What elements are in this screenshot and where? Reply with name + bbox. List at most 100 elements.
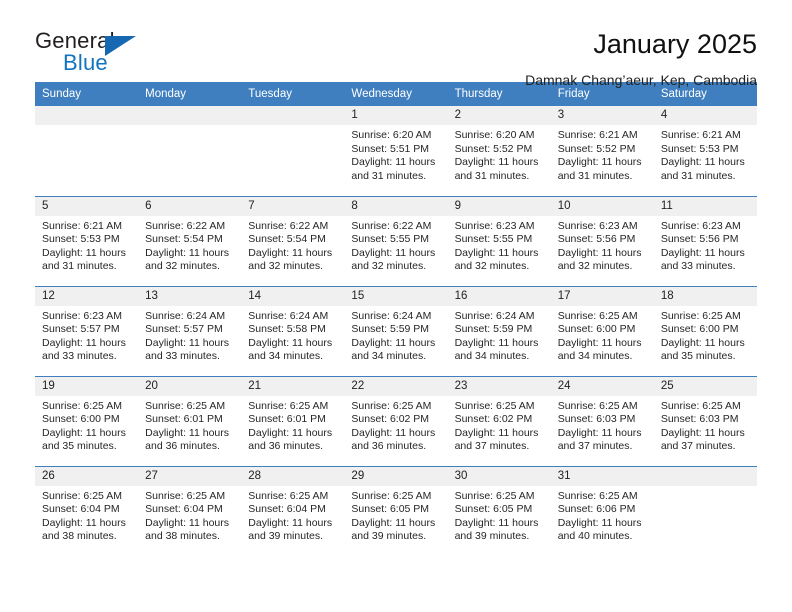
calendar-day-cell[interactable]: 2 Sunrise: 6:20 AM Sunset: 5:52 PM Daylight… [447, 106, 551, 196]
day-number [241, 106, 345, 125]
day-sun-info: Sunrise: 6:24 AM Sunset: 5:59 PM Daylight:… [448, 306, 551, 364]
calendar-day-cell[interactable]: 14 Sunrise: 6:24 AM Sunset: 5:58 PM Dayligh… [241, 285, 345, 376]
day-number: 31 [550, 466, 654, 486]
calendar-day-cell[interactable]: 21 Sunrise: 6:25 AM Sunset: 6:01 PM Dayligh… [241, 375, 345, 466]
day-daylight-line1-text: Daylight: 11 hours [351, 336, 436, 349]
calendar-day-cell[interactable]: 6 Sunrise: 6:22 AM Sunset: 5:54 PM Daylight… [138, 195, 242, 286]
day-sun-info: Sunrise: 6:25 AM Sunset: 6:01 PM Daylight:… [138, 396, 241, 454]
day-sun-info: Sunrise: 6:25 AM Sunset: 6:02 PM Daylight:… [344, 396, 447, 454]
calendar-week-row: 1 Sunrise: 6:20 AM Sunset: 5:51 PM Daylight… [35, 106, 757, 196]
day-number: 1 [344, 106, 448, 125]
day-number: 12 [35, 286, 139, 306]
day-sunrise-text: Sunrise: 6:25 AM [42, 399, 122, 412]
day-sunset-text: Sunset: 5:52 PM [454, 142, 533, 155]
calendar-day-cell[interactable]: 1 Sunrise: 6:20 AM Sunset: 5:51 PM Daylight… [344, 106, 448, 196]
day-number: 29 [344, 466, 448, 486]
day-sun-info: Sunrise: 6:25 AM Sunset: 6:01 PM Daylight:… [241, 396, 344, 454]
day-daylight-line2-text: and 38 minutes. [145, 530, 220, 543]
brand-logo[interactable]: General Blue [35, 28, 195, 80]
day-daylight-line1-text: Daylight: 11 hours [145, 336, 229, 349]
calendar-day-cell[interactable]: 20 Sunrise: 6:25 AM Sunset: 6:01 PM Dayligh… [138, 375, 242, 466]
weekday-header-monday: Monday [138, 82, 242, 106]
day-sunset-text: Sunset: 5:57 PM [145, 323, 223, 336]
day-sunrise-text: Sunrise: 6:25 AM [351, 489, 432, 502]
day-sunrise-text: Sunrise: 6:21 AM [557, 129, 638, 141]
day-daylight-line2-text: and 31 minutes. [454, 169, 530, 182]
calendar-day-cell-empty [653, 465, 757, 556]
day-daylight-line2-text: and 31 minutes. [42, 260, 117, 273]
day-number: 26 [35, 466, 139, 486]
calendar-day-cell[interactable]: 19 Sunrise: 6:25 AM Sunset: 6:00 PM Dayligh… [35, 375, 139, 466]
day-daylight-line2-text: and 36 minutes. [145, 440, 220, 453]
day-sunset-text: Sunset: 6:04 PM [248, 503, 326, 516]
day-sunrise-text: Sunrise: 6:23 AM [660, 219, 741, 232]
day-sunrise-text: Sunrise: 6:25 AM [557, 489, 638, 502]
day-sunrise-text: Sunrise: 6:21 AM [42, 219, 122, 232]
calendar-day-cell[interactable]: 28 Sunrise: 6:25 AM Sunset: 6:04 PM Dayligh… [241, 465, 345, 556]
day-daylight-line2-text: and 31 minutes. [660, 169, 736, 182]
day-sun-info: Sunrise: 6:22 AM Sunset: 5:55 PM Daylight:… [344, 216, 447, 274]
calendar-day-cell[interactable]: 24 Sunrise: 6:25 AM Sunset: 6:03 PM Dayligh… [550, 375, 654, 466]
calendar-day-cell[interactable]: 22 Sunrise: 6:25 AM Sunset: 6:02 PM Dayligh… [344, 375, 448, 466]
day-sunset-text: Sunset: 6:00 PM [42, 413, 120, 426]
day-sun-info: Sunrise: 6:23 AM Sunset: 5:56 PM Daylight:… [654, 216, 757, 274]
blue-triangle-icon [105, 36, 136, 56]
calendar-day-cell[interactable]: 13 Sunrise: 6:24 AM Sunset: 5:57 PM Dayligh… [138, 285, 242, 376]
day-daylight-line1-text: Daylight: 11 hours [557, 246, 642, 259]
calendar-day-cell[interactable]: 12 Sunrise: 6:23 AM Sunset: 5:57 PM Dayligh… [35, 285, 139, 376]
day-number: 30 [447, 466, 551, 486]
day-sunset-text: Sunset: 5:52 PM [557, 142, 636, 155]
calendar-day-cell[interactable]: 9 Sunrise: 6:23 AM Sunset: 5:55 PM Daylight… [447, 195, 551, 286]
day-sun-info: Sunrise: 6:25 AM Sunset: 6:00 PM Daylight:… [551, 306, 654, 364]
day-daylight-line2-text: and 32 minutes. [248, 260, 323, 273]
day-daylight-line2-text: and 34 minutes. [351, 350, 427, 363]
calendar-day-cell[interactable]: 10 Sunrise: 6:23 AM Sunset: 5:56 PM Dayligh… [550, 195, 654, 286]
calendar-day-cell[interactable]: 3 Sunrise: 6:21 AM Sunset: 5:52 PM Daylight… [550, 106, 654, 196]
day-daylight-line2-text: and 32 minutes. [557, 260, 633, 273]
calendar-day-cell[interactable]: 31 Sunrise: 6:25 AM Sunset: 6:06 PM Dayligh… [550, 465, 654, 556]
day-daylight-line1-text: Daylight: 11 hours [660, 336, 745, 349]
calendar-day-cell[interactable]: 26 Sunrise: 6:25 AM Sunset: 6:04 PM Dayligh… [35, 465, 139, 556]
day-number [35, 106, 139, 125]
day-sunset-text: Sunset: 6:02 PM [351, 413, 430, 426]
day-sunset-text: Sunset: 6:01 PM [145, 413, 223, 426]
calendar-day-cell[interactable]: 7 Sunrise: 6:22 AM Sunset: 5:54 PM Daylight… [241, 195, 345, 286]
calendar-day-cell[interactable]: 4 Sunrise: 6:21 AM Sunset: 5:53 PM Daylight… [653, 106, 757, 196]
day-sun-info: Sunrise: 6:25 AM Sunset: 6:04 PM Daylight:… [241, 486, 344, 544]
day-sun-info: Sunrise: 6:22 AM Sunset: 5:54 PM Daylight:… [138, 216, 241, 274]
day-sunset-text: Sunset: 5:56 PM [660, 233, 739, 246]
day-daylight-line2-text: and 40 minutes. [557, 530, 633, 543]
day-sunrise-text: Sunrise: 6:25 AM [145, 399, 226, 412]
day-sunset-text: Sunset: 5:53 PM [660, 142, 739, 155]
calendar-week-row: 26 Sunrise: 6:25 AM Sunset: 6:04 PM Dayligh… [35, 465, 757, 556]
day-sunrise-text: Sunrise: 6:25 AM [660, 309, 741, 322]
day-number: 17 [550, 286, 654, 306]
day-daylight-line1-text: Daylight: 11 hours [248, 516, 333, 529]
calendar-day-cell[interactable]: 11 Sunrise: 6:23 AM Sunset: 5:56 PM Dayligh… [653, 195, 757, 286]
day-daylight-line2-text: and 35 minutes. [42, 440, 117, 453]
calendar-day-cell[interactable]: 8 Sunrise: 6:22 AM Sunset: 5:55 PM Daylight… [344, 195, 448, 286]
day-number: 19 [35, 376, 139, 396]
calendar-day-cell[interactable]: 27 Sunrise: 6:25 AM Sunset: 6:04 PM Dayligh… [138, 465, 242, 556]
calendar-day-cell[interactable]: 16 Sunrise: 6:24 AM Sunset: 5:59 PM Dayligh… [447, 285, 551, 376]
calendar-day-cell[interactable]: 29 Sunrise: 6:25 AM Sunset: 6:05 PM Dayligh… [344, 465, 448, 556]
calendar-day-cell[interactable]: 15 Sunrise: 6:24 AM Sunset: 5:59 PM Dayligh… [344, 285, 448, 376]
day-daylight-line1-text: Daylight: 11 hours [351, 426, 436, 439]
day-sunset-text: Sunset: 6:03 PM [660, 413, 739, 426]
day-number: 9 [447, 196, 551, 216]
day-number: 7 [241, 196, 345, 216]
day-sun-info: Sunrise: 6:21 AM Sunset: 5:52 PM Daylight:… [551, 125, 654, 183]
calendar-day-cell[interactable]: 30 Sunrise: 6:25 AM Sunset: 6:05 PM Dayligh… [447, 465, 551, 556]
day-number: 8 [344, 196, 448, 216]
day-sunset-text: Sunset: 5:54 PM [145, 233, 223, 246]
day-sunrise-text: Sunrise: 6:24 AM [454, 309, 535, 322]
day-daylight-line2-text: and 32 minutes. [454, 260, 530, 273]
calendar-day-cell[interactable]: 17 Sunrise: 6:25 AM Sunset: 6:00 PM Dayligh… [550, 285, 654, 376]
calendar-day-cell[interactable]: 25 Sunrise: 6:25 AM Sunset: 6:03 PM Dayligh… [653, 375, 757, 466]
calendar-day-cell[interactable]: 5 Sunrise: 6:21 AM Sunset: 5:53 PM Daylight… [35, 195, 139, 286]
day-daylight-line1-text: Daylight: 11 hours [42, 336, 126, 349]
day-daylight-line1-text: Daylight: 11 hours [454, 426, 539, 439]
calendar-day-cell[interactable]: 18 Sunrise: 6:25 AM Sunset: 6:00 PM Dayligh… [653, 285, 757, 376]
calendar-day-cell[interactable]: 23 Sunrise: 6:25 AM Sunset: 6:02 PM Dayligh… [447, 375, 551, 466]
day-sunrise-text: Sunrise: 6:22 AM [351, 219, 432, 232]
